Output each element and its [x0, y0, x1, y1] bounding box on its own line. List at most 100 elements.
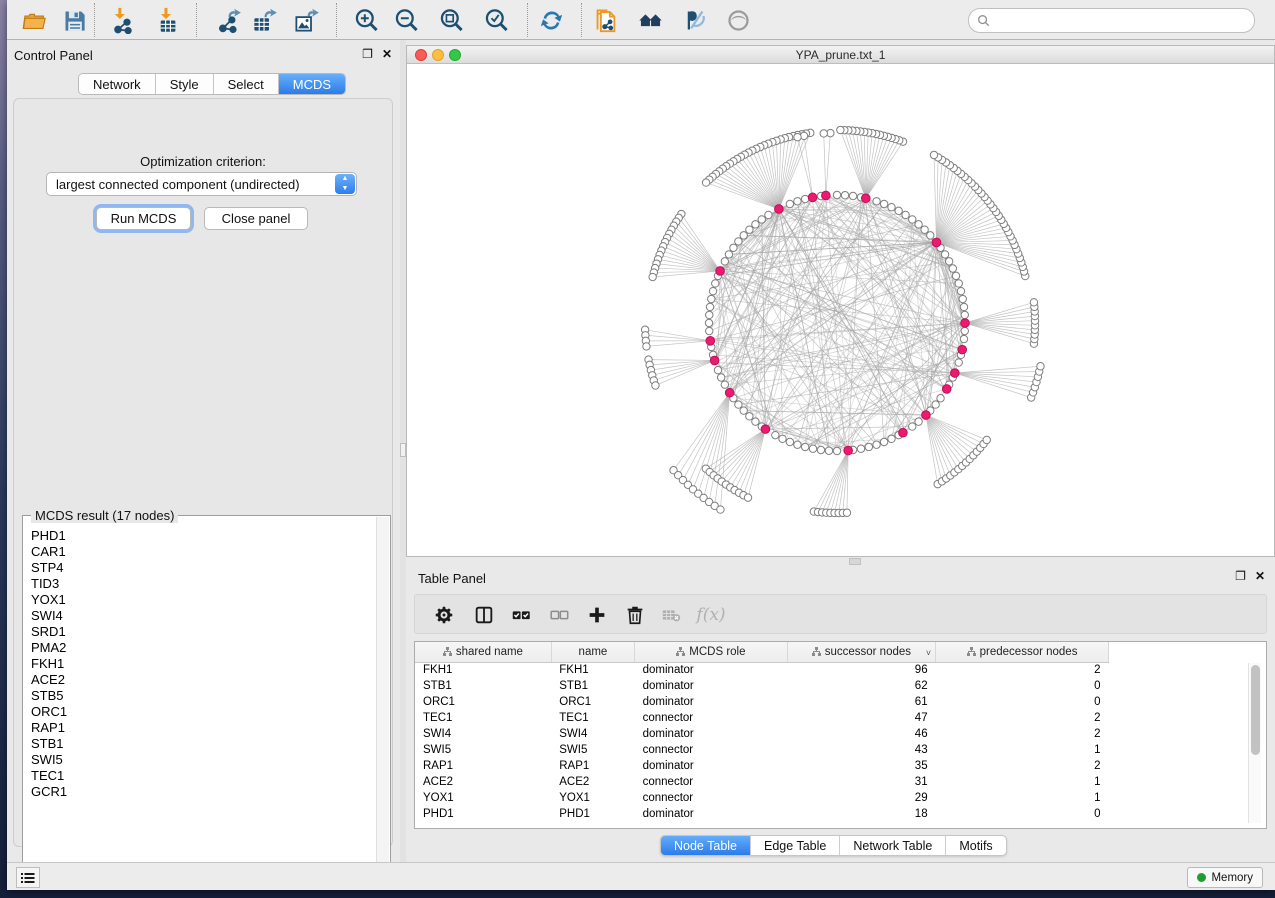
network-node[interactable]	[843, 509, 850, 516]
network-node[interactable]	[983, 436, 990, 443]
mcds-network-node[interactable]	[942, 385, 951, 394]
table-row[interactable]: RAP1RAP1dominator352	[415, 758, 1109, 774]
network-node[interactable]	[1030, 299, 1037, 306]
network-node[interactable]	[833, 191, 840, 198]
import-network-icon[interactable]	[107, 6, 137, 34]
network-node[interactable]	[849, 192, 856, 199]
hide-selected-icon[interactable]	[679, 6, 709, 34]
network-node[interactable]	[927, 232, 934, 239]
export-image-icon[interactable]	[291, 6, 321, 34]
network-node[interactable]	[957, 287, 964, 294]
mcds-result-item[interactable]: TID3	[24, 576, 376, 592]
table-row[interactable]: SWI5SWI5connector431	[415, 742, 1109, 758]
zoom-selected-icon[interactable]	[481, 6, 511, 34]
add-column-icon[interactable]	[584, 602, 610, 628]
network-node[interactable]	[945, 258, 952, 265]
table-row[interactable]: TEC1TEC1connector472	[415, 710, 1109, 726]
column-header-predecessor-nodes[interactable]: predecessor nodes	[936, 642, 1109, 662]
network-node[interactable]	[709, 287, 716, 294]
network-node[interactable]	[708, 295, 715, 302]
network-node[interactable]	[752, 221, 759, 228]
network-node[interactable]	[721, 258, 728, 265]
mcds-result-item[interactable]: RAP1	[24, 720, 376, 736]
export-network-icon[interactable]	[213, 6, 243, 34]
network-node[interactable]	[909, 423, 916, 430]
network-node[interactable]	[1037, 363, 1044, 370]
show-all-icon[interactable]	[723, 6, 753, 34]
mcds-network-node[interactable]	[961, 319, 970, 328]
network-node[interactable]	[817, 446, 824, 453]
close-panel-button[interactable]: Close panel	[204, 207, 308, 230]
mcds-result-item[interactable]: PMA2	[24, 640, 376, 656]
mcds-network-node[interactable]	[710, 356, 719, 365]
network-node[interactable]	[794, 441, 801, 448]
network-node[interactable]	[909, 216, 916, 223]
import-table-icon[interactable]	[152, 6, 182, 34]
network-window-titlebar[interactable]: YPA_prune.txt_1	[407, 46, 1274, 64]
save-session-icon[interactable]	[59, 6, 89, 34]
network-node[interactable]	[825, 447, 832, 454]
network-node[interactable]	[841, 192, 848, 199]
network-node[interactable]	[961, 311, 968, 318]
mcds-result-item[interactable]: ORC1	[24, 704, 376, 720]
network-node[interactable]	[758, 216, 765, 223]
tab-style[interactable]: Style	[156, 74, 214, 94]
mcds-network-node[interactable]	[861, 194, 870, 203]
network-node[interactable]	[712, 280, 719, 287]
mcds-result-item[interactable]: ACE2	[24, 672, 376, 688]
tab-network-table[interactable]: Network Table	[840, 836, 946, 855]
network-node[interactable]	[955, 280, 962, 287]
network-node[interactable]	[833, 447, 840, 454]
mcds-result-item[interactable]: STB1	[24, 736, 376, 752]
apply-layout-icon[interactable]	[536, 6, 566, 34]
network-node[interactable]	[941, 251, 948, 258]
table-row[interactable]: PHD1PHD1dominator180	[415, 806, 1109, 822]
network-node[interactable]	[714, 366, 721, 373]
close-panel-icon[interactable]: ✕	[1255, 570, 1265, 582]
mcds-network-node[interactable]	[822, 191, 831, 200]
mcds-result-item[interactable]: YOX1	[24, 592, 376, 608]
mcds-network-node[interactable]	[808, 193, 817, 202]
close-panel-icon[interactable]: ✕	[382, 48, 392, 60]
network-node[interactable]	[717, 506, 724, 513]
open-file-icon[interactable]	[19, 6, 49, 34]
network-node[interactable]	[888, 435, 895, 442]
mcds-result-item[interactable]: SWI4	[24, 608, 376, 624]
table-row[interactable]: ORC1ORC1dominator610	[415, 694, 1109, 710]
mcds-result-item[interactable]: STB5	[24, 688, 376, 704]
mcds-network-node[interactable]	[725, 388, 734, 397]
delete-column-icon[interactable]	[622, 602, 648, 628]
show-columns-icon[interactable]	[471, 602, 497, 628]
mcds-network-node[interactable]	[716, 267, 725, 276]
network-node[interactable]	[721, 381, 728, 388]
mcds-network-node[interactable]	[761, 425, 770, 434]
run-mcds-button[interactable]: Run MCDS	[96, 207, 191, 230]
mcds-result-item[interactable]: SRD1	[24, 624, 376, 640]
network-node[interactable]	[857, 445, 864, 452]
column-header-successor-nodes[interactable]: successor nodes˅	[787, 642, 935, 662]
network-node[interactable]	[752, 418, 759, 425]
table-row[interactable]: SWI4SWI4dominator462	[415, 726, 1109, 742]
network-node[interactable]	[949, 265, 956, 272]
network-node[interactable]	[730, 244, 737, 251]
network-node[interactable]	[932, 401, 939, 408]
network-node[interactable]	[915, 418, 922, 425]
optimization-criterion-select[interactable]: largest connected component (undirected)…	[46, 172, 357, 196]
network-node[interactable]	[902, 211, 909, 218]
float-panel-icon[interactable]: ❐	[362, 48, 373, 60]
network-node[interactable]	[643, 343, 650, 350]
network-node[interactable]	[765, 211, 772, 218]
search-box[interactable]	[968, 8, 1255, 33]
mcds-result-item[interactable]: GCR1	[24, 784, 376, 800]
deselect-all-icon[interactable]	[546, 602, 572, 628]
network-node[interactable]	[959, 295, 966, 302]
network-node[interactable]	[706, 303, 713, 310]
column-header-MCDS-role[interactable]: MCDS role	[635, 642, 788, 662]
network-node[interactable]	[717, 374, 724, 381]
delete-table-icon[interactable]	[658, 602, 684, 628]
search-input[interactable]	[990, 14, 1254, 28]
memory-button[interactable]: Memory	[1187, 867, 1263, 888]
network-node[interactable]	[880, 438, 887, 445]
table-row[interactable]: STB1STB1dominator620	[415, 678, 1109, 694]
zoom-in-icon[interactable]	[351, 6, 381, 34]
